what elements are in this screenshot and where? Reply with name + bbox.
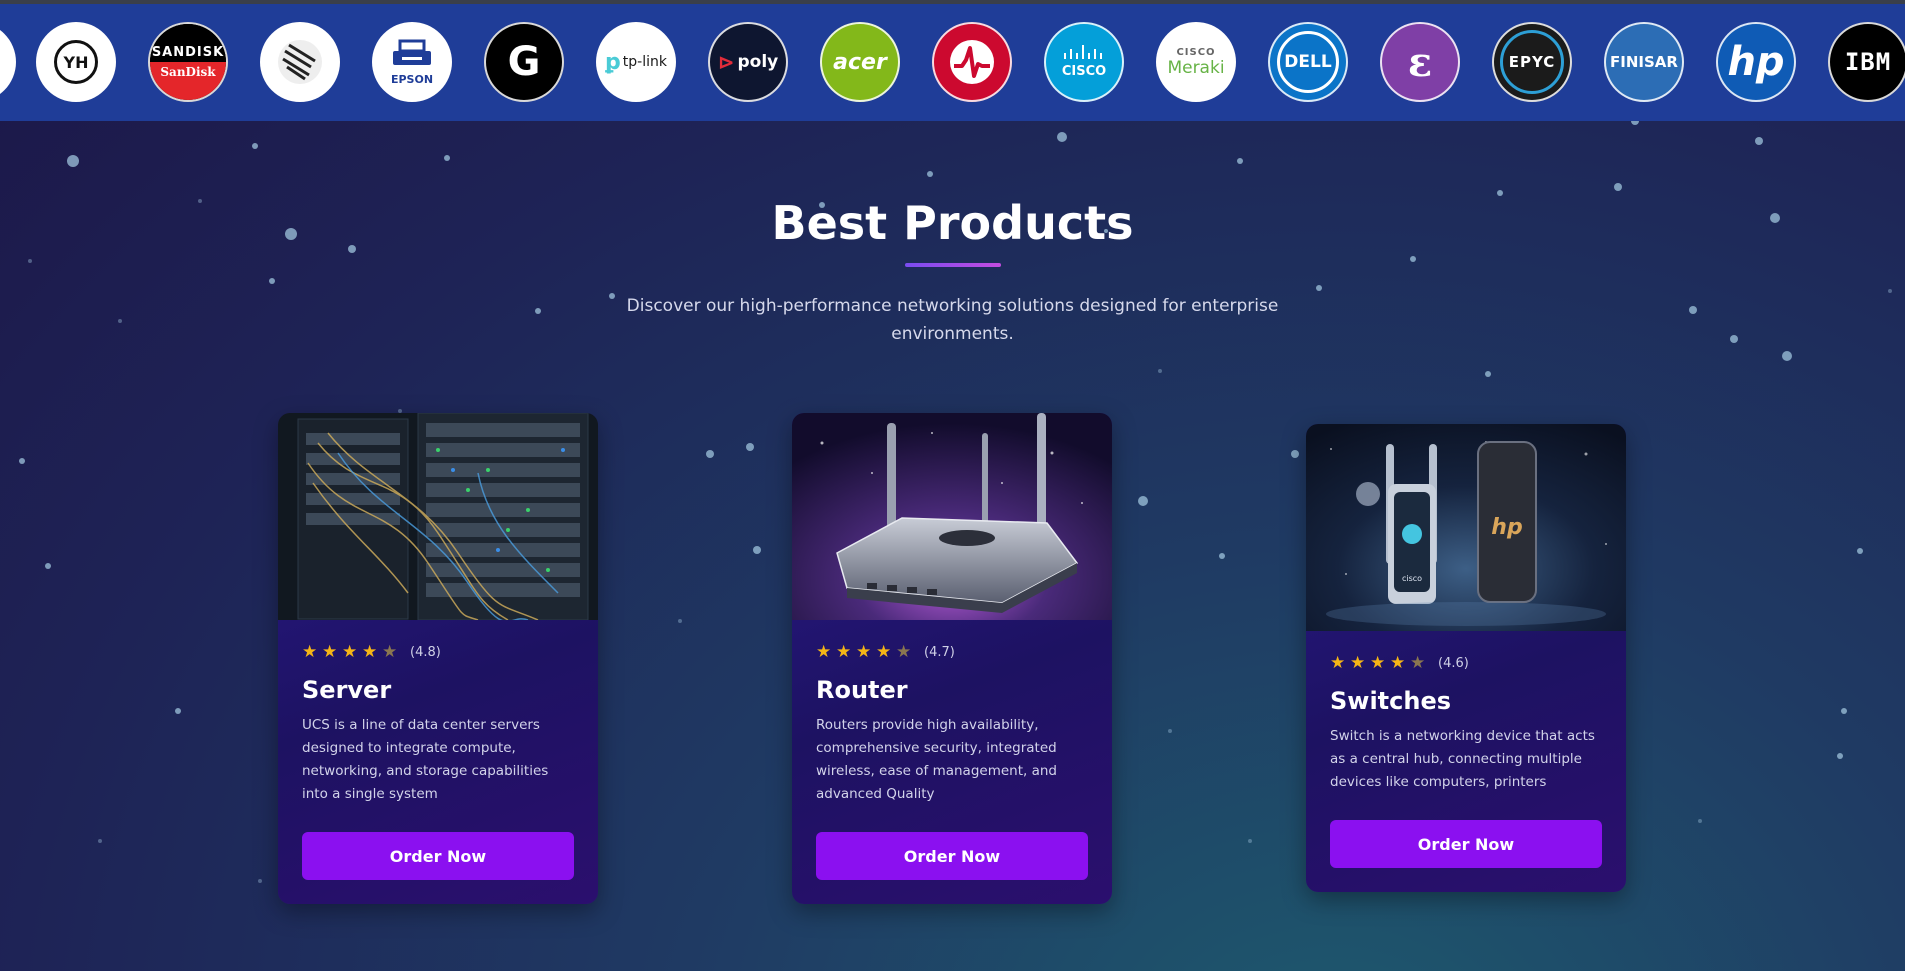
logitech-g-logo-text: G	[507, 39, 541, 85]
order-now-button[interactable]: Order Now	[302, 832, 574, 880]
ibm-logo[interactable]: IBM	[1828, 22, 1905, 102]
epyc-logo[interactable]: EPYC	[1492, 22, 1572, 102]
sandisk-top-mark: SANDISK	[150, 24, 226, 62]
star-filled-icon: ★	[342, 642, 358, 662]
broadcom-pulse-icon	[950, 40, 994, 84]
acer-logo[interactable]: acer	[820, 22, 900, 102]
product-description: Routers provide high availability, compr…	[816, 717, 1057, 802]
epson-logo[interactable]: EPSON	[372, 22, 452, 102]
star-filled-icon: ★	[876, 642, 892, 662]
cisco-logo-text: CISCO	[1061, 64, 1107, 79]
section-title: Best Products	[771, 196, 1134, 250]
hp-device-logo-icon: hp	[1491, 515, 1522, 540]
finisar-logo-text: FINISAR	[1610, 53, 1678, 71]
product-title: Switches	[1330, 687, 1452, 715]
rating-stars: ★ ★ ★ ★ ★ (4.8)	[302, 642, 574, 662]
yh-logo[interactable]: YH	[36, 22, 116, 102]
star-filled-icon: ★	[856, 642, 872, 662]
epson-logo-text: EPSON	[390, 72, 434, 86]
order-now-button[interactable]: Order Now	[816, 832, 1088, 880]
star-filled-icon: ★	[1350, 653, 1366, 673]
product-description: UCS is a line of data center servers des…	[302, 717, 549, 802]
rating-value: (4.8)	[410, 644, 441, 660]
star-filled-icon: ★	[836, 642, 852, 662]
rating-value: (4.6)	[1438, 655, 1469, 671]
emacs-logo-text: ε	[1407, 38, 1433, 86]
sandisk-logo[interactable]: SANDISK SanDisk	[148, 22, 228, 102]
tp-link-logo-text: tp-link	[622, 54, 667, 70]
cisco-meraki-logo-text: Meraki	[1167, 57, 1225, 78]
poly-logo[interactable]: ⊳ poly	[708, 22, 788, 102]
router-image	[792, 413, 1112, 620]
brand-logo-carousel: YH SANDISK SanDisk EPSON G ꝑ tp-link ⊳ p…	[0, 4, 1905, 121]
star-filled-icon: ★	[302, 642, 318, 662]
sandisk-logo-text: SanDisk	[150, 62, 226, 100]
partial-brand-logo[interactable]	[0, 22, 16, 102]
product-card-server: ★ ★ ★ ★ ★ (4.8) Server UCS is a line of …	[278, 413, 598, 904]
product-description: Switch is a networking device that acts …	[1330, 728, 1595, 790]
order-now-button[interactable]: Order Now	[1330, 820, 1602, 868]
product-card-router: ★ ★ ★ ★ ★ (4.7) Router Routers provide h…	[792, 413, 1112, 904]
product-title: Server	[302, 676, 392, 704]
cisco-bars-icon	[1064, 45, 1102, 59]
switches-image: cisco hp	[1306, 424, 1626, 631]
rating-stars: ★ ★ ★ ★ ★ (4.6)	[1330, 653, 1602, 673]
dell-logo[interactable]: DELL	[1268, 22, 1348, 102]
hp-logo[interactable]: hp	[1716, 22, 1796, 102]
star-filled-icon: ★	[1370, 653, 1386, 673]
product-card-switches: cisco hp ★ ★ ★ ★ ★ (4.6) Switches Switch…	[1306, 424, 1626, 892]
star-filled-icon: ★	[322, 642, 338, 662]
rating-value: (4.7)	[924, 644, 955, 660]
tp-link-logo[interactable]: ꝑ tp-link	[596, 22, 676, 102]
star-empty-icon: ★	[896, 642, 912, 662]
epyc-logo-text: EPYC	[1500, 30, 1564, 94]
broadcom-logo[interactable]	[932, 22, 1012, 102]
section-subtitle: Discover our high-performance networking…	[626, 296, 1279, 344]
server-rack-illustration	[278, 413, 598, 620]
star-filled-icon: ★	[1330, 653, 1346, 673]
hp-logo-text: hp	[1727, 39, 1785, 85]
printer-icon	[393, 39, 431, 65]
switches-illustration: cisco hp	[1306, 424, 1626, 631]
cisco-meraki-logo[interactable]: CISCO Meraki	[1156, 22, 1236, 102]
product-title: Router	[816, 676, 908, 704]
star-empty-icon: ★	[382, 642, 398, 662]
star-empty-icon: ★	[1410, 653, 1426, 673]
poly-logo-text: poly	[737, 52, 779, 72]
cisco-logo[interactable]: CISCO	[1044, 22, 1124, 102]
zebra-logo[interactable]	[260, 22, 340, 102]
finisar-logo[interactable]: FINISAR	[1604, 22, 1684, 102]
zebra-head-icon	[278, 40, 322, 84]
yh-logo-text: YH	[54, 40, 98, 84]
ibm-logo-text: IBM	[1844, 48, 1892, 76]
server-rack-image	[278, 413, 598, 620]
star-filled-icon: ★	[362, 642, 378, 662]
poly-mark-icon: ⊳	[717, 50, 735, 74]
tp-link-mark-icon: ꝑ	[605, 49, 621, 75]
star-filled-icon: ★	[1390, 653, 1406, 673]
acer-logo-text: acer	[833, 49, 887, 75]
title-underline	[905, 263, 1001, 267]
star-filled-icon: ★	[816, 642, 832, 662]
rating-stars: ★ ★ ★ ★ ★ (4.7)	[816, 642, 1088, 662]
logitech-g-logo[interactable]: G	[484, 22, 564, 102]
dell-logo-text: DELL	[1277, 31, 1339, 93]
switch-device-label: cisco	[1402, 574, 1422, 583]
cisco-meraki-small-text: CISCO	[1176, 46, 1216, 58]
emacs-logo[interactable]: ε	[1380, 22, 1460, 102]
router-illustration	[792, 413, 1112, 620]
